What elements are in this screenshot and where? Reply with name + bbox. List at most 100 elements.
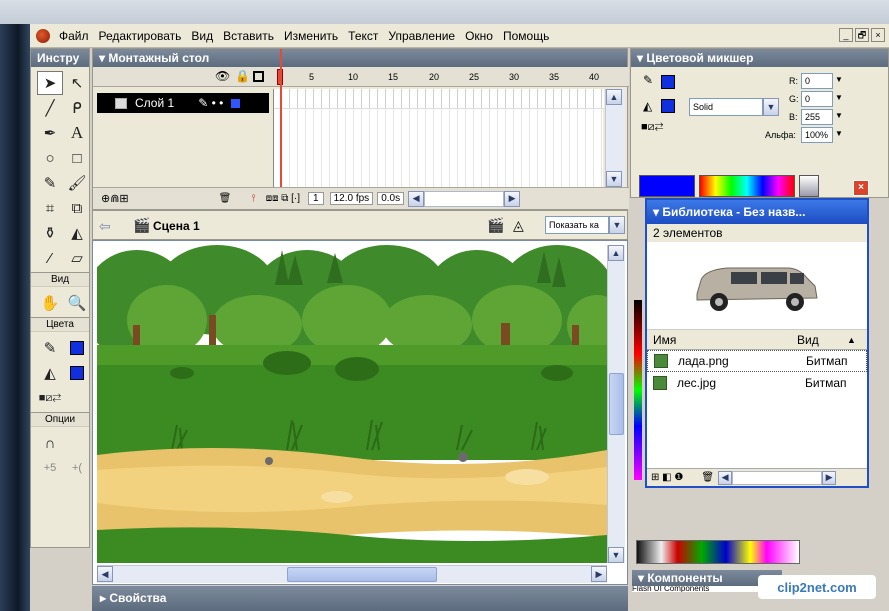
list-item[interactable]: лада.png Битмап	[647, 350, 867, 372]
gradient-swatches[interactable]	[636, 540, 800, 564]
zoom-select[interactable]: Показать ка	[545, 216, 609, 234]
arrow-tool-icon[interactable]: ➤	[37, 71, 63, 95]
delete-layer-icon[interactable]: 🗑	[219, 193, 232, 204]
list-item[interactable]: лес.jpg Битмап	[647, 372, 867, 394]
menu-view[interactable]: Вид	[186, 29, 218, 43]
layer-name[interactable]: Слой 1	[135, 96, 174, 110]
free-transform-tool-icon[interactable]: ⌗	[37, 196, 63, 220]
oval-tool-icon[interactable]: ○	[37, 146, 63, 170]
lib-scroll-right[interactable]: ▶	[822, 470, 837, 485]
library-close-button[interactable]: ×	[853, 180, 869, 196]
zoom-dropdown-icon[interactable]: ▼	[609, 216, 625, 234]
menu-file[interactable]: Файл	[54, 29, 94, 43]
scroll-down-button[interactable]: ▼	[606, 171, 622, 187]
properties-title[interactable]: ▸ Свойства	[100, 591, 166, 605]
onion-skin-icon[interactable]: ⧈⧈ ⧉ [·]	[266, 193, 300, 204]
lib-hscroll[interactable]	[732, 470, 823, 485]
frames-grid[interactable]	[273, 49, 604, 195]
menu-insert[interactable]: Вставить	[218, 29, 279, 43]
lasso-tool-icon[interactable]: ᑭ	[64, 96, 90, 120]
fill-type-select[interactable]: Solid	[689, 98, 763, 116]
layer-frames-row[interactable]	[274, 89, 604, 109]
r-field[interactable]: 0	[801, 73, 833, 89]
b-field[interactable]: 255	[801, 109, 833, 125]
outline-icon[interactable]	[253, 71, 264, 82]
pen-tool-icon[interactable]: ✒	[37, 121, 63, 145]
stage-hscroll[interactable]: ◀ ▶	[97, 565, 607, 583]
properties-panel[interactable]: ▸ Свойства	[92, 586, 628, 611]
pencil-tool-icon[interactable]: ✎	[37, 171, 63, 195]
line-tool-icon[interactable]: ╱	[37, 96, 63, 120]
menu-help[interactable]: Помощь	[498, 29, 554, 43]
stage-vscroll-thumb[interactable]	[609, 373, 624, 435]
brush-tool-icon[interactable]: 🖌	[64, 171, 90, 195]
mixer-swap-icons[interactable]: ■⧄⇄	[641, 121, 663, 134]
eraser-tool-icon[interactable]: ▱	[64, 246, 90, 270]
mixer-fill-swatch[interactable]	[661, 99, 675, 113]
timeline-title[interactable]: ▾ Монтажный стол	[93, 49, 627, 67]
scroll-up-button[interactable]: ▲	[606, 89, 622, 105]
stage-scroll-left[interactable]: ◀	[97, 566, 113, 582]
color-options-icon[interactable]: ■⧄⇄	[37, 386, 63, 410]
add-layer-icon[interactable]: ⊕⋒⊞	[101, 192, 129, 205]
paint-bucket-tool-icon[interactable]: ◭	[64, 221, 90, 245]
stage-scroll-right[interactable]: ▶	[591, 566, 607, 582]
fill-transform-tool-icon[interactable]: ⧉	[64, 196, 90, 220]
menu-modify[interactable]: Изменить	[279, 29, 343, 43]
close-button[interactable]: ×	[871, 28, 885, 42]
edit-symbols-icon[interactable]: ◬	[513, 217, 524, 234]
menu-text[interactable]: Текст	[343, 29, 383, 43]
subselect-tool-icon[interactable]: ↖	[64, 71, 90, 95]
g-field[interactable]: 0	[801, 91, 833, 107]
layer-row[interactable]: Слой 1 ✎ • •	[97, 93, 269, 113]
mixer-stroke-swatch[interactable]	[661, 75, 675, 89]
column-kind[interactable]: Вид	[797, 333, 847, 347]
forest-bitmap[interactable]	[97, 245, 607, 563]
r-dropdown-icon[interactable]: ▼	[835, 75, 843, 84]
lib-scroll-left[interactable]: ◀	[718, 470, 733, 485]
fill-type-dropdown-icon[interactable]: ▼	[763, 98, 779, 116]
stage-hscroll-thumb[interactable]	[287, 567, 437, 582]
stage-scroll-down[interactable]: ▼	[608, 547, 624, 563]
scene-name[interactable]: Сцена 1	[153, 219, 200, 233]
snap-magnet-icon[interactable]: ∩	[37, 431, 63, 455]
lock-icon[interactable]: 🔒	[235, 69, 250, 83]
zoom-tool-icon[interactable]: 🔍	[64, 291, 90, 315]
stage-area[interactable]: ▲ ▼ ◀ ▶	[92, 240, 628, 585]
back-arrow-icon[interactable]: ⇦	[99, 218, 111, 235]
eyedropper-tool-icon[interactable]: ⁄	[37, 246, 63, 270]
hand-tool-icon[interactable]: ✋	[37, 291, 63, 315]
ink-bottle-tool-icon[interactable]: ⚱	[37, 221, 63, 245]
sort-icon[interactable]: ▲	[847, 335, 856, 345]
fill-color-swatch[interactable]	[64, 361, 90, 385]
stroke-color-swatch[interactable]	[64, 336, 90, 360]
straighten-icon[interactable]: +(	[64, 456, 90, 480]
b-dropdown-icon[interactable]: ▼	[835, 111, 843, 120]
brightness-slider[interactable]	[799, 175, 819, 197]
delete-item-icon[interactable]: 🗑	[701, 472, 714, 483]
menu-control[interactable]: Управление	[383, 29, 460, 43]
stage-scroll-up[interactable]: ▲	[608, 245, 624, 261]
text-tool-icon[interactable]: A	[64, 121, 90, 145]
column-name[interactable]: Имя	[647, 333, 797, 347]
new-symbol-icon[interactable]: ⊞ ◧ ❶	[651, 472, 683, 483]
layer-color-box[interactable]	[231, 98, 241, 108]
minimize-button[interactable]: _	[839, 28, 853, 42]
library-title[interactable]: ▾ Библиотека - Без назв... ×	[647, 180, 869, 224]
alpha-dropdown-icon[interactable]: ▼	[835, 129, 843, 138]
restore-button[interactable]: 🗗	[855, 28, 869, 42]
timeline-hscroll[interactable]	[424, 190, 505, 207]
smooth-icon[interactable]: +5	[37, 456, 63, 480]
scroll-right-button[interactable]: ▶	[504, 190, 521, 207]
stage-vscroll[interactable]: ▲ ▼	[607, 245, 625, 563]
scroll-left-button[interactable]: ◀	[408, 190, 425, 207]
timeline-vscroll[interactable]: ▲ ▼	[605, 89, 625, 187]
g-dropdown-icon[interactable]: ▼	[835, 93, 843, 102]
edit-scene-icon[interactable]: 🎬	[487, 217, 504, 234]
alpha-field[interactable]: 100%	[801, 127, 833, 143]
menu-edit[interactable]: Редактировать	[94, 29, 187, 43]
swatches-strip[interactable]	[634, 300, 642, 480]
color-mixer-title[interactable]: ▾ Цветовой микшер	[631, 49, 888, 67]
color-spectrum[interactable]	[699, 175, 795, 197]
eye-icon[interactable]: 👁	[215, 69, 230, 83]
